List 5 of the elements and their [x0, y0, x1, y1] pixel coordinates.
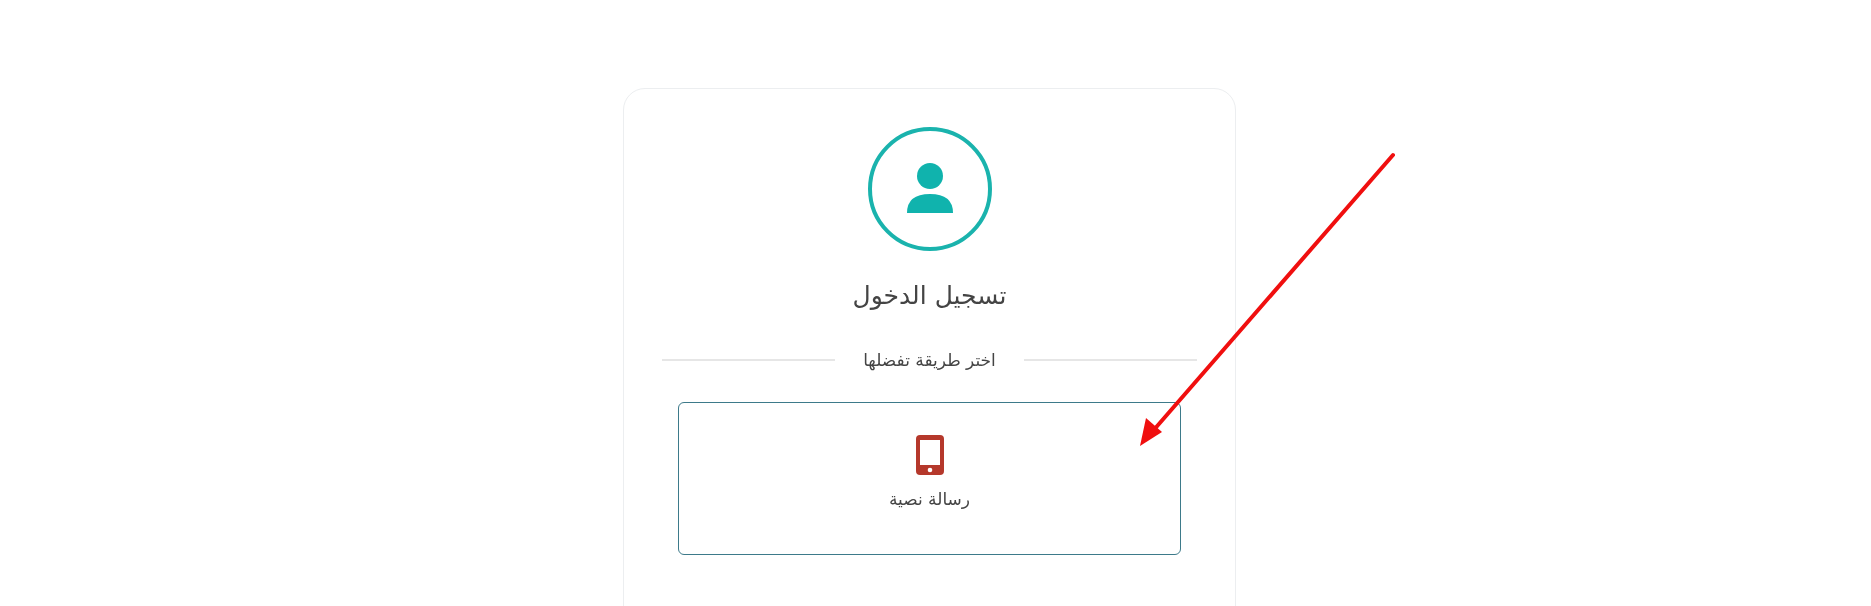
- user-avatar-icon: [867, 127, 992, 251]
- phone-icon: [915, 435, 944, 475]
- divider-text: اختر طريقة تفضلها: [863, 350, 996, 370]
- sms-option-button[interactable]: رسالة نصية: [678, 402, 1181, 555]
- login-title: تسجيل الدخول: [851, 281, 1008, 310]
